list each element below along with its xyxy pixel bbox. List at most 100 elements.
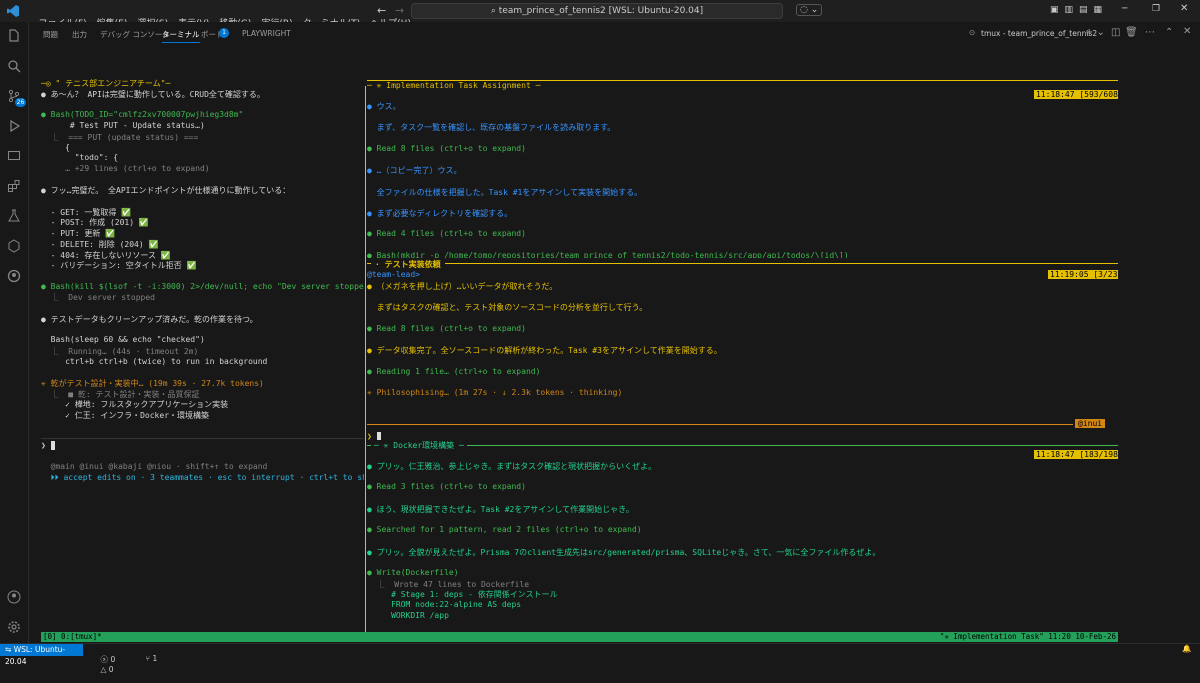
pane1-status: 11:18:47 [593/608] (1034, 90, 1118, 99)
close-icon[interactable]: ✕ (1180, 3, 1188, 14)
left-footer-mode: ⏵⏵ accept edits on · 3 teammates · esc t… (41, 473, 364, 482)
log-line: - PUT: 更新 ✅ (41, 229, 116, 239)
tab-output[interactable]: 出力 (72, 29, 87, 40)
ports-count-badge: 1 (219, 28, 229, 38)
log-line: - POST: 作成 (201) ✅ (41, 218, 149, 228)
left-pane-lead[interactable]: ─◎ " テニス部エンジニアチーム"─ ● あ～ん？ APIは完璧に動作している… (41, 78, 364, 633)
log-line: ● フッ…完璧だ。 全APIエンドポイントが仕様通りに動作している： (41, 186, 291, 196)
log-line: ⎿ Running… (44s · timeout 2m) (41, 346, 199, 356)
activity-bar: 26 (0, 22, 29, 643)
new-terminal-icon[interactable]: + ⌄ (1085, 27, 1105, 38)
log-line: "todo": { (41, 153, 119, 163)
pane1-title: ─ ✳ Implementation Task Assignment ─ (367, 80, 1118, 90)
log-line: # Stage 1: deps - 依存関係インストール (367, 590, 558, 600)
log-line: ● Bash(kill $(lsof -t -i:3000) 2>/dev/nu… (41, 281, 364, 291)
log-line: ✓ 樺地: フルスタックアプリケーション実装 (41, 400, 229, 410)
search-icon: ⌕ (490, 6, 496, 16)
ports-icon: ⑂ (145, 654, 151, 663)
settings-gear-icon[interactable] (7, 620, 21, 634)
warning-icon: △ (100, 665, 107, 674)
containers-icon[interactable] (7, 239, 21, 253)
restore-icon[interactable]: ❐ (1152, 4, 1160, 14)
github-icon[interactable] (7, 269, 21, 283)
tmux-window-list[interactable]: [0] 0:[tmux]* (43, 632, 102, 642)
split-terminal-icon[interactable]: ◫ (1111, 27, 1120, 38)
log-line: ● Write(Dockerfile) (367, 568, 459, 577)
tmux-status-bar: [0] 0:[tmux]* "✳ Implementation Task" 11… (41, 632, 1118, 642)
log-line: ● Read 4 files (ctrl+o to expand) (367, 229, 526, 239)
problems-indicator[interactable]: ⓧ 0 △ 0 (91, 645, 116, 683)
log-line: ⎿ Dev server stopped (41, 293, 155, 303)
minimize-icon[interactable]: ─ (1122, 4, 1127, 14)
account-icon[interactable] (7, 590, 21, 604)
layout-toggle-icons[interactable]: ▣▥▤▦ (1050, 5, 1108, 15)
more-actions-icon[interactable]: ⋯ (1145, 27, 1155, 38)
ports-indicator[interactable]: ⑂ 1 (136, 645, 158, 672)
testing-flask-icon[interactable] (7, 209, 21, 223)
log-line: ● ほう、現状把握できたぜよ。Task #2をアサインして作業開始じゃき。 (367, 504, 634, 514)
explorer-icon[interactable] (7, 29, 21, 43)
pane2-status: 11:19:05 [3/23] (1048, 270, 1118, 279)
ports-count: 1 (152, 654, 158, 663)
log-line: ● Bash(TODO_ID="cmlfz2xv700007pwjhieg3d8… (41, 110, 244, 120)
run-debug-icon[interactable] (7, 119, 21, 133)
log-line: … +29 lines (ctrl+o to expand) (41, 163, 210, 173)
close-panel-icon[interactable]: ✕ (1183, 26, 1191, 37)
pane2-tag: @inui (1075, 419, 1106, 428)
pane3-top-border (367, 445, 1118, 446)
log-line: ✳ 乾がテスト設計・実装中… (19m 39s · 27.7k tokens) (41, 378, 264, 388)
terminal-instance-name[interactable]: tmux - team_prince_of_tennis2 (981, 29, 1097, 38)
pane-divider-vertical (365, 86, 366, 635)
error-icon: ⓧ (100, 655, 109, 664)
log-line: { (41, 142, 70, 152)
log-line: ● ウス。 (367, 102, 401, 111)
log-line: ● （メガネを押し上げ）…いいデータが取れそうだ。 (367, 282, 558, 291)
tab-debug-console[interactable]: デバッグ コンソール (100, 29, 170, 40)
tab-problems[interactable]: 問題 (43, 29, 58, 40)
left-pane-header: ─◎ " テニス部エンジニアチーム"─ (41, 79, 171, 88)
tab-terminal[interactable]: ターミナル (162, 29, 200, 43)
remote-indicator[interactable]: ⇋ WSL: Ubuntu-20.04 (0, 644, 83, 666)
log-line: 全ファイルの仕様を把握した。Task #1をアサインして実装を開始する。 (367, 187, 643, 197)
log-line: ● まず必要なディレクトリを確認する。 (367, 209, 513, 218)
log-line: FROM node:22-alpine AS deps (367, 600, 522, 610)
error-count: 0 (110, 655, 116, 664)
maximize-panel-icon[interactable]: ⌃ (1165, 27, 1173, 38)
kill-terminal-icon[interactable]: 🗑 (1125, 27, 1138, 38)
pane-docker[interactable]: ─ ✳ Docker環境構築 ─ 11:18:47 [183/198] ● プリ… (367, 438, 1118, 628)
log-line: WORKDIR /app (367, 610, 449, 620)
log-line: - 404: 存在しないリソース ✅ (41, 250, 171, 260)
log-line: ● Bash(mkdir -p /home/tomo/repositories/… (367, 250, 849, 258)
terminal-area[interactable]: ─◎ " テニス部エンジニアチーム"─ ● あ～ん？ APIは完璧に動作している… (29, 44, 1200, 643)
command-center[interactable]: ⌕ team_prince_of_tennis2 [WSL: Ubuntu-20… (411, 3, 783, 19)
extensions-icon[interactable] (7, 179, 21, 193)
pane-test-lead[interactable]: · テスト実装依頼 @team-lead> 11:19:05 [3/23] ● … (367, 259, 1118, 437)
log-line: - DELETE: 削除 (204) ✅ (41, 239, 159, 249)
remote-icon: ⇋ (5, 645, 12, 654)
log-line: ● あ～ん？ APIは完璧に動作している。CRUD全て確認する。 (41, 90, 265, 99)
title-bar: ファイル(F)編集(E)選択(S)表示(V)移動(G)実行(R)ターミナル(T)… (0, 0, 1200, 29)
warning-count: 0 (108, 665, 114, 674)
log-line: ● プリッ。全貌が見えたぜよ。Prisma 7のclient生成先はsrc/ge… (367, 547, 881, 557)
copilot-icon[interactable]: ◌ ⌄ (796, 4, 823, 16)
pane-implementation[interactable]: ─ ✳ Implementation Task Assignment ─ 11:… (367, 78, 1118, 258)
pane2-prompt-border (367, 424, 1073, 425)
log-line: - GET: 一覧取得 ✅ (41, 207, 132, 217)
command-center-label: team_prince_of_tennis2 [WSL: Ubuntu-20.0… (498, 6, 704, 16)
left-prompt[interactable]: ❯ (41, 438, 364, 450)
notifications-bell-icon[interactable]: 🔔 (1182, 644, 1191, 653)
pane3-status: 11:18:47 [183/198] (1034, 450, 1118, 459)
log-line: ⎿ Wrote 47 lines to Dockerfile (367, 579, 530, 589)
log-line: ✓ 仁王: インフラ・Docker・環境構築 (41, 411, 210, 420)
search-icon[interactable] (7, 59, 21, 73)
pane2-title: · テスト実装依頼 (371, 259, 445, 270)
source-control-badge: 26 (15, 98, 26, 107)
tab-playwright[interactable]: PLAYWRIGHT (242, 29, 291, 38)
log-line: ● …（コピー完了）ウス。 (367, 166, 462, 176)
log-line: ✳ Philosophising… (1m 27s · ↓ 2.3k token… (367, 388, 623, 397)
back-arrow-icon[interactable]: ← (377, 4, 386, 17)
pane3-title: ─ ✳ Docker環境構築 ─ (371, 440, 467, 451)
remote-explorer-icon[interactable] (7, 149, 21, 163)
log-line: まず、タスク一覧を確認し、既存の基盤ファイルを読み取ります。 (367, 123, 616, 133)
forward-arrow-icon[interactable]: → (395, 4, 404, 17)
